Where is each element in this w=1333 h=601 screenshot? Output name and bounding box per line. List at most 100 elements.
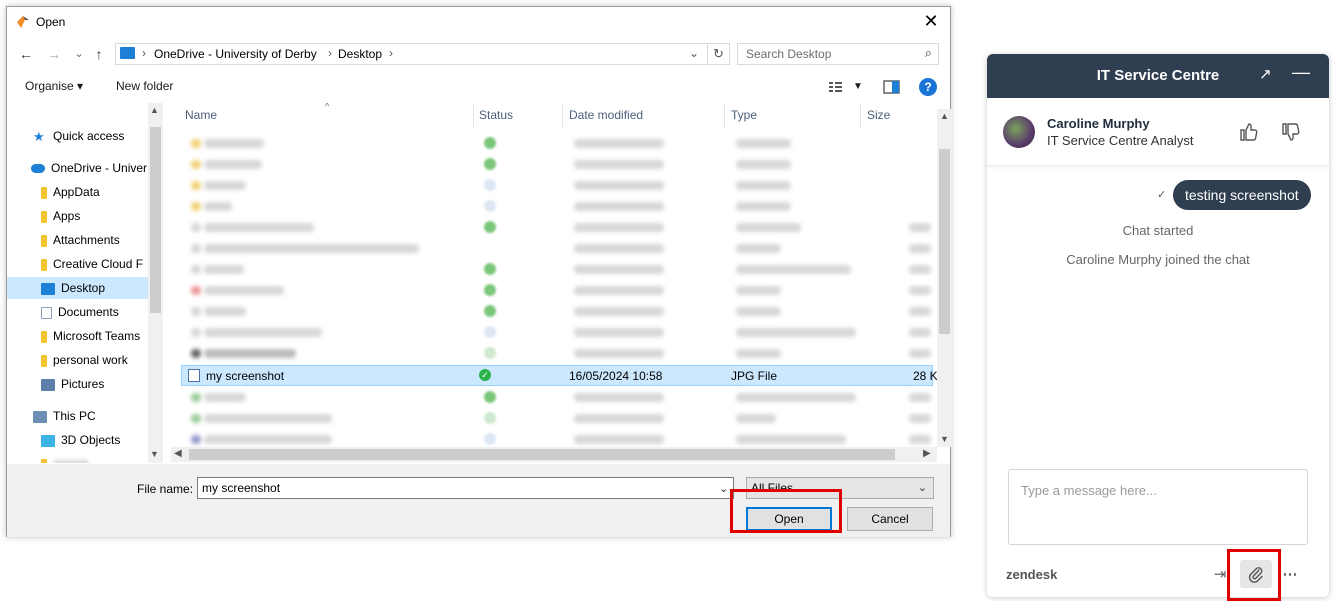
nav-item-pictures[interactable]: Pictures [7,373,148,395]
nav-item-microsoft-teams[interactable]: Microsoft Teams [7,325,148,347]
minimize-icon[interactable]: — [1292,62,1310,83]
nav-item-onedrive[interactable]: OneDrive - Univer [7,157,148,179]
chat-header: IT Service Centre ↗ — [987,54,1329,98]
nav-item-quick-access[interactable]: ★ Quick access [7,125,148,147]
file-row[interactable] [181,238,933,259]
forward-arrow-icon[interactable]: → [45,45,63,63]
more-options-icon[interactable]: ⋯ [1279,564,1301,586]
breadcrumb-desktop[interactable]: Desktop [338,47,382,61]
nav-label: This PC [53,409,96,423]
folder-icon [41,186,47,199]
file-list-horizontal-scrollbar[interactable]: ◀ ▶ [171,447,937,462]
message-input[interactable]: Type a message here... [1008,469,1308,545]
file-row[interactable] [181,322,933,343]
synced-check-icon: ✓ [479,369,491,381]
file-list: Name ^ Status Date modified Type Size my… [165,103,951,463]
file-name-label: File name: [137,482,194,496]
file-type: JPG File [731,369,778,383]
close-icon[interactable]: ✕ [920,10,942,32]
up-folder-icon[interactable]: ↑ [90,45,108,63]
preview-pane-icon[interactable] [882,79,902,95]
open-button-highlight [730,489,842,533]
view-options-icon[interactable] [828,79,848,95]
file-row[interactable] [181,343,933,364]
nav-item-desktop[interactable]: Desktop [7,277,148,299]
scroll-up-icon[interactable]: ▲ [940,111,949,121]
file-list-vertical-scrollbar[interactable]: ▲ ▼ [937,109,952,447]
nav-label: Attachments [53,233,120,247]
nav-label: AppData [53,185,100,199]
nav-item-this-pc[interactable]: This PC [7,405,148,427]
nav-label: 3D Objects [61,433,121,447]
star-icon: ★ [33,128,45,144]
recent-locations-icon[interactable]: ⌄ [70,45,88,63]
nav-item-personal-work[interactable]: personal work [7,349,148,371]
cube-icon [41,434,55,447]
chat-widget: IT Service Centre ↗ — Caroline Murphy IT… [987,54,1329,597]
scroll-up-icon[interactable]: ▲ [150,105,159,115]
chevron-down-icon[interactable]: ⌄ [719,482,728,495]
chevron-right-icon: › [142,46,146,60]
avatar [1003,116,1035,148]
scrollbar-thumb[interactable] [939,149,950,334]
scroll-left-icon[interactable]: ◀ [174,448,182,459]
breadcrumb-onedrive[interactable]: OneDrive - University of Derby [154,47,317,61]
help-icon[interactable]: ? [919,78,937,96]
nav-label: Documents [58,305,119,319]
thumbs-up-icon[interactable] [1237,120,1261,144]
search-icon: ⌕ [924,45,932,60]
scroll-down-icon[interactable]: ▼ [150,449,159,459]
organise-button[interactable]: Organise ▾ [25,79,83,93]
scrollbar-thumb[interactable] [150,127,161,313]
nav-label: Apps [53,209,81,223]
view-dropdown-icon[interactable]: ▼ [853,81,863,92]
scroll-right-icon[interactable]: ▶ [923,448,931,459]
file-row[interactable] [181,408,933,429]
agent-name: Caroline Murphy [1047,116,1150,131]
file-row[interactable] [181,301,933,322]
file-row[interactable] [181,259,933,280]
file-date: 16/05/2024 10:58 [569,369,663,383]
address-bar[interactable]: › OneDrive - University of Derby › Deskt… [115,43,730,65]
scrollbar-thumb[interactable] [189,449,895,460]
thumbs-down-icon[interactable] [1279,120,1303,144]
file-name-input[interactable] [197,477,734,499]
refresh-icon[interactable]: ↻ [707,44,729,64]
nav-item-appdata[interactable]: AppData [7,181,148,203]
nav-item-3d-objects[interactable]: 3D Objects [7,429,148,451]
file-row[interactable] [181,154,933,175]
file-row[interactable] [181,175,933,196]
jpg-file-icon [188,369,200,382]
cancel-button[interactable]: Cancel [847,507,933,531]
back-arrow-icon[interactable]: ← [17,45,35,63]
computer-icon [33,410,47,423]
search-input[interactable]: Search Desktop ⌕ [737,43,939,65]
nav-label: Creative Cloud F [53,257,144,271]
nav-item-attachments[interactable]: Attachments [7,229,148,251]
nav-item-blurred[interactable] [7,453,148,463]
column-type[interactable]: Type [725,103,861,127]
delivered-check-icon: ✓ [1157,189,1167,201]
file-row-my-screenshot[interactable]: my screenshot ✓ 16/05/2024 10:58 JPG Fil… [181,365,938,386]
nav-item-documents[interactable]: Documents [7,301,148,323]
column-status[interactable]: Status [473,103,563,127]
column-date-modified[interactable]: Date modified [563,103,725,127]
file-row[interactable] [181,280,933,301]
new-folder-button[interactable]: New folder [116,79,173,93]
desktop-icon [41,282,55,295]
nav-scrollbar[interactable]: ▲ ▼ [148,103,163,463]
file-row[interactable] [181,196,933,217]
document-icon [41,306,52,319]
scroll-down-icon[interactable]: ▼ [940,434,949,444]
popout-icon[interactable]: ↗ [1259,65,1272,83]
nav-label: Desktop [61,281,106,295]
nav-item-apps[interactable]: Apps [7,205,148,227]
nav-item-creative-cloud[interactable]: Creative Cloud F [7,253,148,275]
chat-title: IT Service Centre [1096,67,1220,84]
chevron-down-icon[interactable]: ⌄ [689,46,699,60]
file-row[interactable] [181,387,933,408]
file-row[interactable] [181,133,933,154]
system-message-agent-joined: Caroline Murphy joined the chat [1066,252,1250,267]
file-size: 28 K [913,369,938,383]
file-row[interactable] [181,217,933,238]
